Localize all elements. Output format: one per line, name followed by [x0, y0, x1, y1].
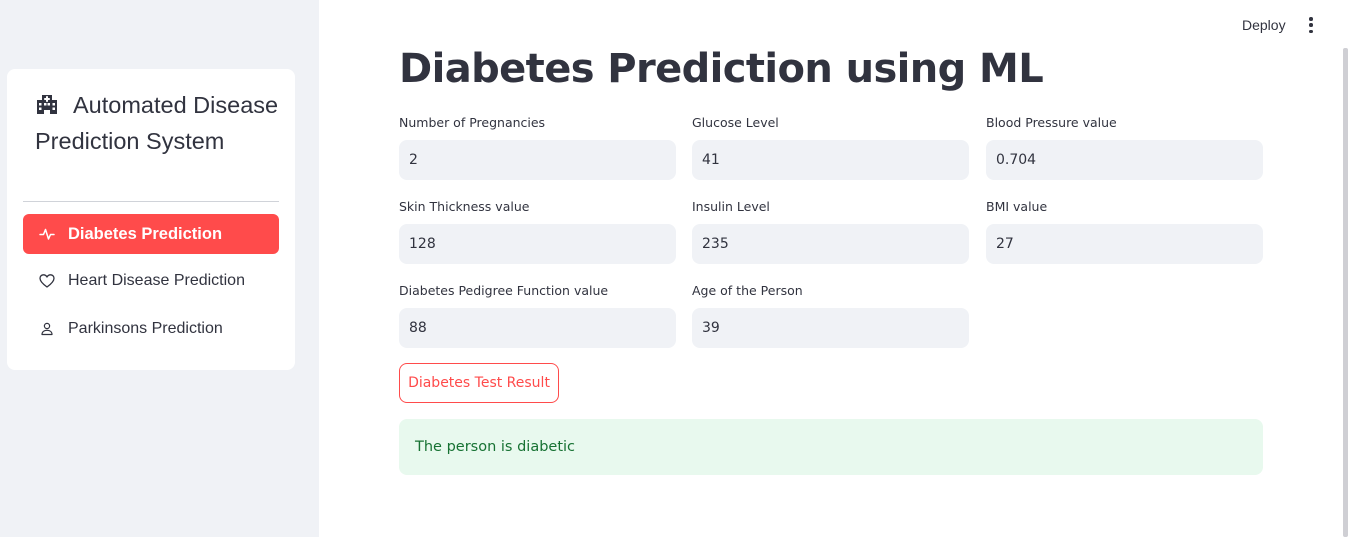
option-menu: Automated Disease Prediction System Diab… — [7, 69, 295, 370]
scrollbar[interactable] — [1343, 48, 1348, 537]
sidebar: Automated Disease Prediction System Diab… — [0, 0, 319, 537]
field-bmi: BMI value — [986, 199, 1263, 264]
person-icon — [39, 321, 55, 337]
diabetes-test-result-button[interactable]: Diabetes Test Result — [399, 363, 559, 403]
success-alert: The person is diabetic — [399, 419, 1263, 475]
field-label: Insulin Level — [692, 199, 770, 214]
hospital-icon — [35, 90, 59, 114]
field-skin-thickness: Skin Thickness value — [399, 199, 676, 264]
field-label: Number of Pregnancies — [399, 115, 546, 130]
skin-thickness-input[interactable] — [399, 224, 676, 264]
field-label: Diabetes Pedigree Function value — [399, 283, 609, 298]
result-text: The person is diabetic — [415, 439, 576, 455]
pregnancies-input[interactable] — [399, 140, 676, 180]
menu-item-label: Heart Disease Prediction — [68, 272, 245, 289]
blood-pressure-input[interactable] — [986, 140, 1263, 180]
menu-header: Automated Disease Prediction System — [35, 87, 285, 159]
field-pregnancies: Number of Pregnancies — [399, 115, 676, 180]
field-pedigree-function: Diabetes Pedigree Function value — [399, 283, 676, 348]
field-blood-pressure: Blood Pressure value — [986, 115, 1263, 180]
menu-item-parkinsons-prediction[interactable]: Parkinsons Prediction — [23, 309, 279, 349]
field-glucose: Glucose Level — [692, 115, 969, 180]
activity-icon — [39, 226, 55, 242]
menu-title: Automated Disease Prediction System — [35, 92, 279, 154]
deploy-button[interactable]: Deploy — [1236, 14, 1292, 36]
menu-item-diabetes-prediction[interactable]: Diabetes Prediction — [23, 214, 279, 254]
page-title: Diabetes Prediction using ML — [399, 46, 1044, 92]
pedigree-function-input[interactable] — [399, 308, 676, 348]
field-label: BMI value — [986, 199, 1048, 214]
age-input[interactable] — [692, 308, 969, 348]
field-label: Age of the Person — [692, 283, 803, 298]
menu-item-label: Parkinsons Prediction — [68, 320, 223, 337]
kebab-vertical-icon[interactable] — [1302, 16, 1320, 34]
menu-item-label: Diabetes Prediction — [68, 224, 223, 243]
field-label: Blood Pressure value — [986, 115, 1117, 130]
glucose-input[interactable] — [692, 140, 969, 180]
bmi-input[interactable] — [986, 224, 1263, 264]
menu-divider — [23, 201, 279, 202]
field-insulin: Insulin Level — [692, 199, 969, 264]
field-age: Age of the Person — [692, 283, 969, 348]
heart-icon — [39, 273, 55, 289]
menu-item-heart-disease-prediction[interactable]: Heart Disease Prediction — [23, 261, 279, 301]
insulin-input[interactable] — [692, 224, 969, 264]
field-label: Glucose Level — [692, 115, 779, 130]
field-label: Skin Thickness value — [399, 199, 530, 214]
